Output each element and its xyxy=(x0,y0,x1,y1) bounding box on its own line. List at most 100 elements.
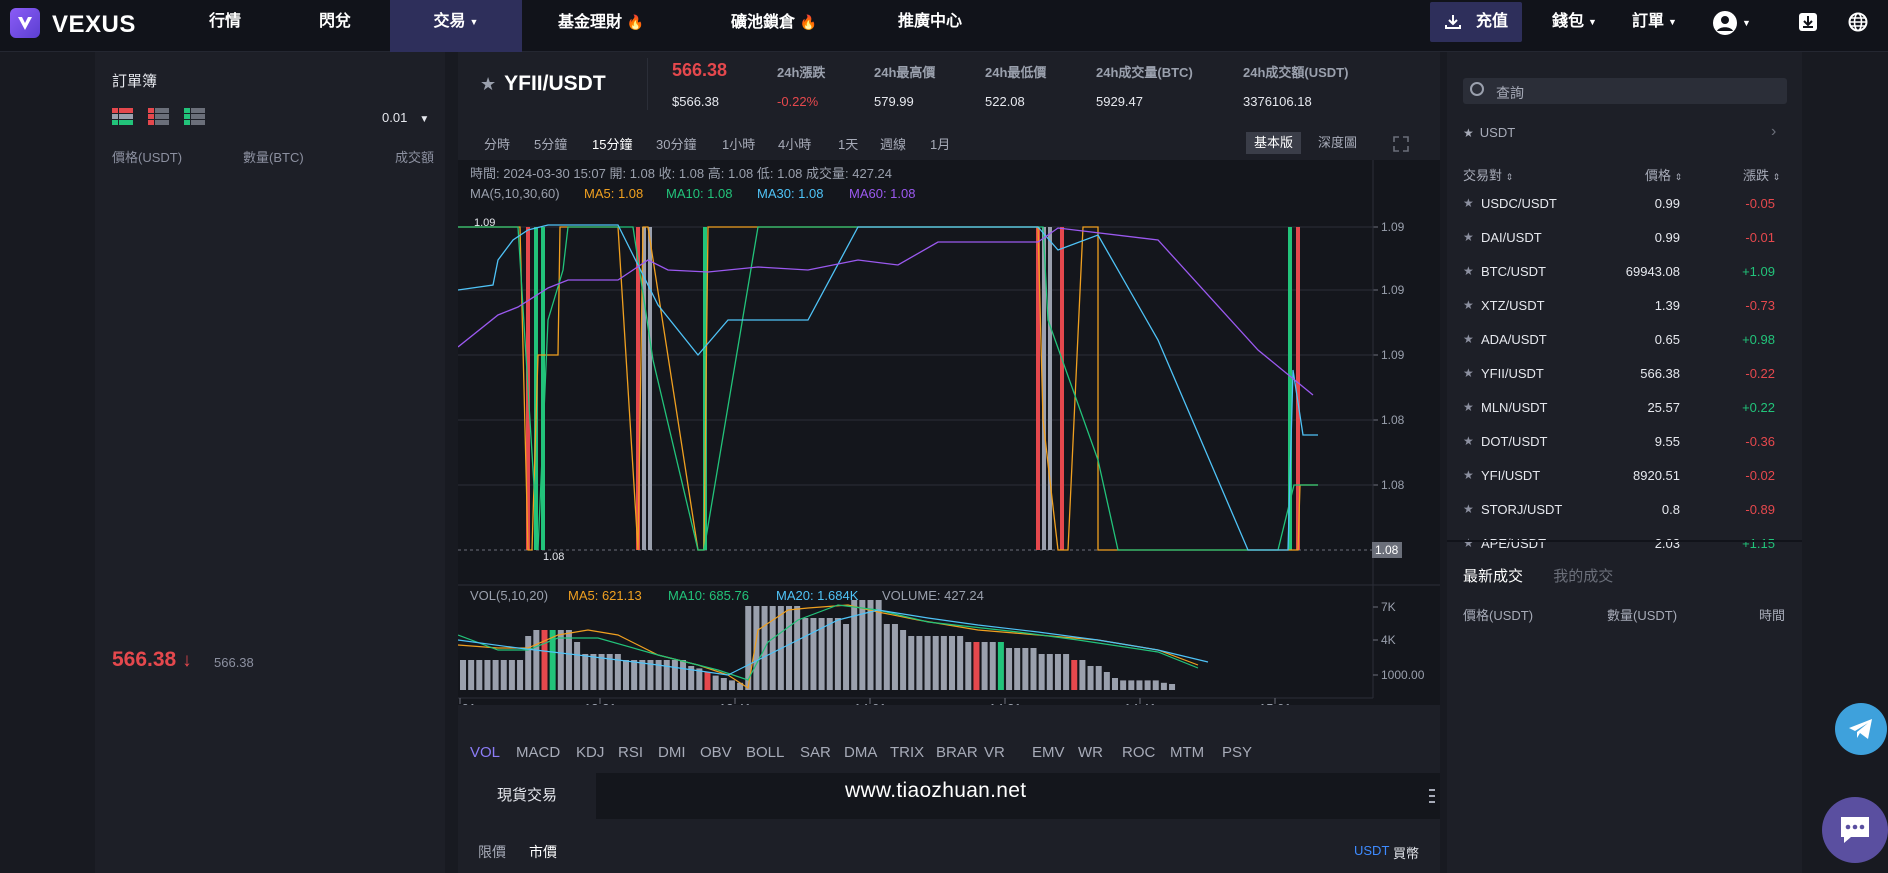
globe-icon[interactable] xyxy=(1848,12,1868,32)
nav-mining[interactable]: 礦池鎖倉 🔥 xyxy=(680,0,868,52)
orderbook-both-icon[interactable] xyxy=(112,108,134,126)
kline-chart-svg[interactable]: 時間: 2024-03-30 15:07 開: 1.08 收: 1.08 高: … xyxy=(457,160,1440,716)
timeframe-tab[interactable]: 1小時 xyxy=(722,134,755,153)
timeframe-tab[interactable]: 週線 xyxy=(880,134,906,153)
indicator-tab[interactable]: DMI xyxy=(658,744,686,761)
indicator-tab[interactable]: TRIX xyxy=(890,744,924,761)
wallet-menu[interactable]: 錢包 ▼ xyxy=(1552,0,1597,52)
star-icon[interactable]: ★ xyxy=(1463,196,1474,210)
depth-chart-tab[interactable]: 深度圖 xyxy=(1310,132,1365,154)
volume-bar xyxy=(997,642,1004,690)
orderbook-buy-icon[interactable] xyxy=(184,108,206,126)
fire-icon: 🔥 xyxy=(626,14,644,30)
star-icon[interactable]: ★ xyxy=(1463,536,1474,548)
market-row[interactable]: ★ YFI/USDT 8920.51 -0.02 xyxy=(1463,468,1787,502)
trades-header-price: 價格(USDT) xyxy=(1463,608,1534,623)
star-icon[interactable]: ★ xyxy=(1463,468,1474,482)
nav-swap[interactable]: 閃兌 xyxy=(280,0,390,52)
market-row[interactable]: ★ MLN/USDT 25.57 +0.22 xyxy=(1463,400,1787,434)
indicator-tab[interactable]: VR xyxy=(984,744,1005,761)
star-icon[interactable]: ★ xyxy=(1463,434,1474,448)
spot-trade-tab[interactable]: 現貨交易 xyxy=(458,773,596,819)
volume-bar xyxy=(533,630,540,690)
orderbook-sell-icon[interactable] xyxy=(148,108,170,126)
market-row[interactable]: ★ USDC/USDT 0.99 -0.05 xyxy=(1463,196,1787,230)
latest-trades-tab[interactable]: 最新成交 xyxy=(1463,568,1523,585)
indicator-tab[interactable]: EMV xyxy=(1032,744,1065,761)
indicator-tab[interactable]: BRAR xyxy=(936,744,978,761)
star-icon[interactable]: ★ xyxy=(1463,230,1474,244)
indicator-tab[interactable]: BOLL xyxy=(746,744,784,761)
timeframe-tab[interactable]: 5分鐘 xyxy=(534,134,567,153)
buy-coin-link[interactable]: 買幣 xyxy=(1393,843,1419,862)
timeframe-tab[interactable]: 1天 xyxy=(838,134,858,153)
stat-change-value: -0.22% xyxy=(777,94,819,109)
candle-mark xyxy=(648,227,652,550)
high-marker: 1.09 xyxy=(474,217,495,229)
market-tab-usdt[interactable]: ★ USDT xyxy=(1463,125,1515,140)
deposit-button[interactable]: 充值 xyxy=(1430,2,1522,42)
market-row[interactable]: ★ DOT/USDT 9.55 -0.36 xyxy=(1463,434,1787,468)
market-header-pair[interactable]: 交易對 ⇕ xyxy=(1463,165,1513,184)
indicator-tab[interactable]: MTM xyxy=(1170,744,1204,761)
nav-market[interactable]: 行情 xyxy=(170,0,280,52)
volume-bar xyxy=(973,642,980,690)
telegram-button[interactable] xyxy=(1835,703,1887,755)
star-icon[interactable]: ★ xyxy=(1463,502,1474,516)
star-icon[interactable]: ★ xyxy=(1463,332,1474,346)
indicator-tab[interactable]: RSI xyxy=(618,744,643,761)
star-icon[interactable]: ★ xyxy=(1463,298,1474,312)
timeframe-tab[interactable]: 1月 xyxy=(930,134,950,153)
star-icon[interactable]: ★ xyxy=(1463,400,1474,414)
timeframe-tab-active[interactable]: 15分鐘 xyxy=(592,134,632,153)
market-order-tab[interactable]: 市價 xyxy=(529,842,557,862)
volume-tick-label: 1000.00 xyxy=(1381,668,1425,682)
vexus-logo-icon[interactable] xyxy=(10,8,40,38)
indicator-tab[interactable]: VOL xyxy=(470,744,500,761)
timeframe-tab[interactable]: 4小時 xyxy=(778,134,811,153)
market-row[interactable]: ★ XTZ/USDT 1.39 -0.73 xyxy=(1463,298,1787,332)
market-header-price[interactable]: 價格 ⇕ xyxy=(1645,165,1682,184)
indicator-tab[interactable]: ROC xyxy=(1122,744,1155,761)
nav-trade[interactable]: 交易 ▼ xyxy=(390,0,522,52)
indicator-tab[interactable]: WR xyxy=(1078,744,1103,761)
orders-menu[interactable]: 訂單 ▼ xyxy=(1632,0,1677,52)
limit-order-tab[interactable]: 限價 xyxy=(478,842,506,862)
indicator-tab[interactable]: PSY xyxy=(1222,744,1252,761)
timeframe-tab[interactable]: 分時 xyxy=(484,134,510,153)
user-avatar-icon xyxy=(1713,11,1737,35)
market-row[interactable]: ★ DAI/USDT 0.99 -0.01 xyxy=(1463,230,1787,264)
timeframe-tab[interactable]: 30分鐘 xyxy=(656,134,696,153)
indicator-tab[interactable]: SAR xyxy=(800,744,831,761)
my-trades-tab[interactable]: 我的成交 xyxy=(1553,568,1613,585)
market-row[interactable]: ★ BTC/USDT 69943.08 +1.09 xyxy=(1463,264,1787,298)
volume-bar xyxy=(517,660,524,690)
indicator-tab[interactable]: OBV xyxy=(700,744,732,761)
chat-support-button[interactable] xyxy=(1822,797,1888,863)
market-row[interactable]: ★ YFII/USDT 566.38 -0.22 xyxy=(1463,366,1787,400)
indicator-tab[interactable]: DMA xyxy=(844,744,877,761)
chat-icon xyxy=(1841,817,1869,843)
market-row[interactable]: ★ STORJ/USDT 0.8 -0.89 xyxy=(1463,502,1787,536)
menu-icon[interactable] xyxy=(1428,787,1436,805)
volume-bar xyxy=(574,642,581,690)
nav-referral[interactable]: 推廣中心 xyxy=(868,0,992,52)
nav-fund[interactable]: 基金理財 🔥 xyxy=(522,0,680,52)
app-download-icon[interactable] xyxy=(1798,12,1818,32)
indicator-tab[interactable]: KDJ xyxy=(576,744,604,761)
market-pair: USDC/USDT xyxy=(1481,196,1557,211)
basic-view-tab[interactable]: 基本版 xyxy=(1246,132,1302,154)
indicator-tab[interactable]: MACD xyxy=(516,744,560,761)
precision-select[interactable]: 0.01 ▼ xyxy=(382,110,429,125)
brand-name[interactable]: VEXUS xyxy=(52,11,136,39)
star-icon[interactable]: ★ xyxy=(480,74,496,94)
kline-chart[interactable]: 時間: 2024-03-30 15:07 開: 1.08 收: 1.08 高: … xyxy=(457,160,1440,716)
fullscreen-icon[interactable] xyxy=(1392,135,1410,153)
market-price: 0.99 xyxy=(1654,196,1680,211)
market-header-change[interactable]: 漲跌 ⇕ xyxy=(1743,165,1780,184)
star-icon[interactable]: ★ xyxy=(1463,366,1474,380)
chevron-right-icon[interactable]: › xyxy=(1771,123,1776,141)
market-row[interactable]: ★ ADA/USDT 0.65 +0.98 xyxy=(1463,332,1787,366)
quote-currency[interactable]: USDT xyxy=(1354,843,1389,858)
star-icon[interactable]: ★ xyxy=(1463,264,1474,278)
